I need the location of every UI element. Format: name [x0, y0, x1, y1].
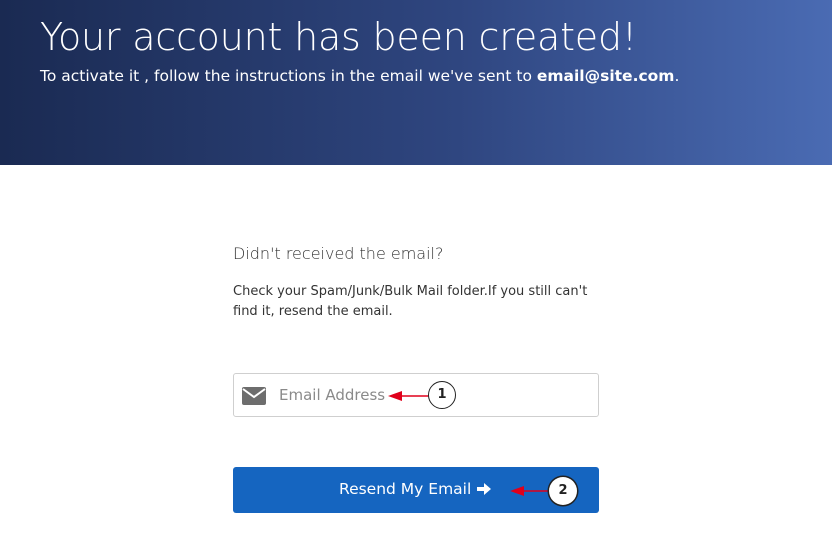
callout-2: 2 — [549, 477, 577, 505]
activation-message: To activate it , follow the instructions… — [40, 64, 679, 88]
resend-button-content: Resend My Email — [339, 480, 492, 498]
resend-instructions: Check your Spam/Junk/Bulk Mail folder.If… — [233, 284, 588, 319]
sent-email-address: email@site.com — [536, 67, 675, 85]
account-created-banner: Your account has been created! To activa… — [0, 0, 832, 165]
activation-suffix: . — [674, 67, 680, 85]
resend-heading: Didn't received the email? — [233, 244, 444, 263]
envelope-icon — [242, 387, 266, 405]
resend-button-label: Resend My Email — [339, 480, 472, 498]
callout-2-arrow — [510, 486, 552, 496]
arrow-right-icon — [477, 483, 492, 495]
page-title: Your account has been created! — [40, 15, 637, 59]
callout-1-arrow — [388, 391, 430, 401]
callout-1: 1 — [428, 381, 456, 409]
resend-section: Didn't received the email? Check your Sp… — [233, 240, 599, 319]
activation-text: To activate it , follow the instructions… — [40, 67, 537, 85]
